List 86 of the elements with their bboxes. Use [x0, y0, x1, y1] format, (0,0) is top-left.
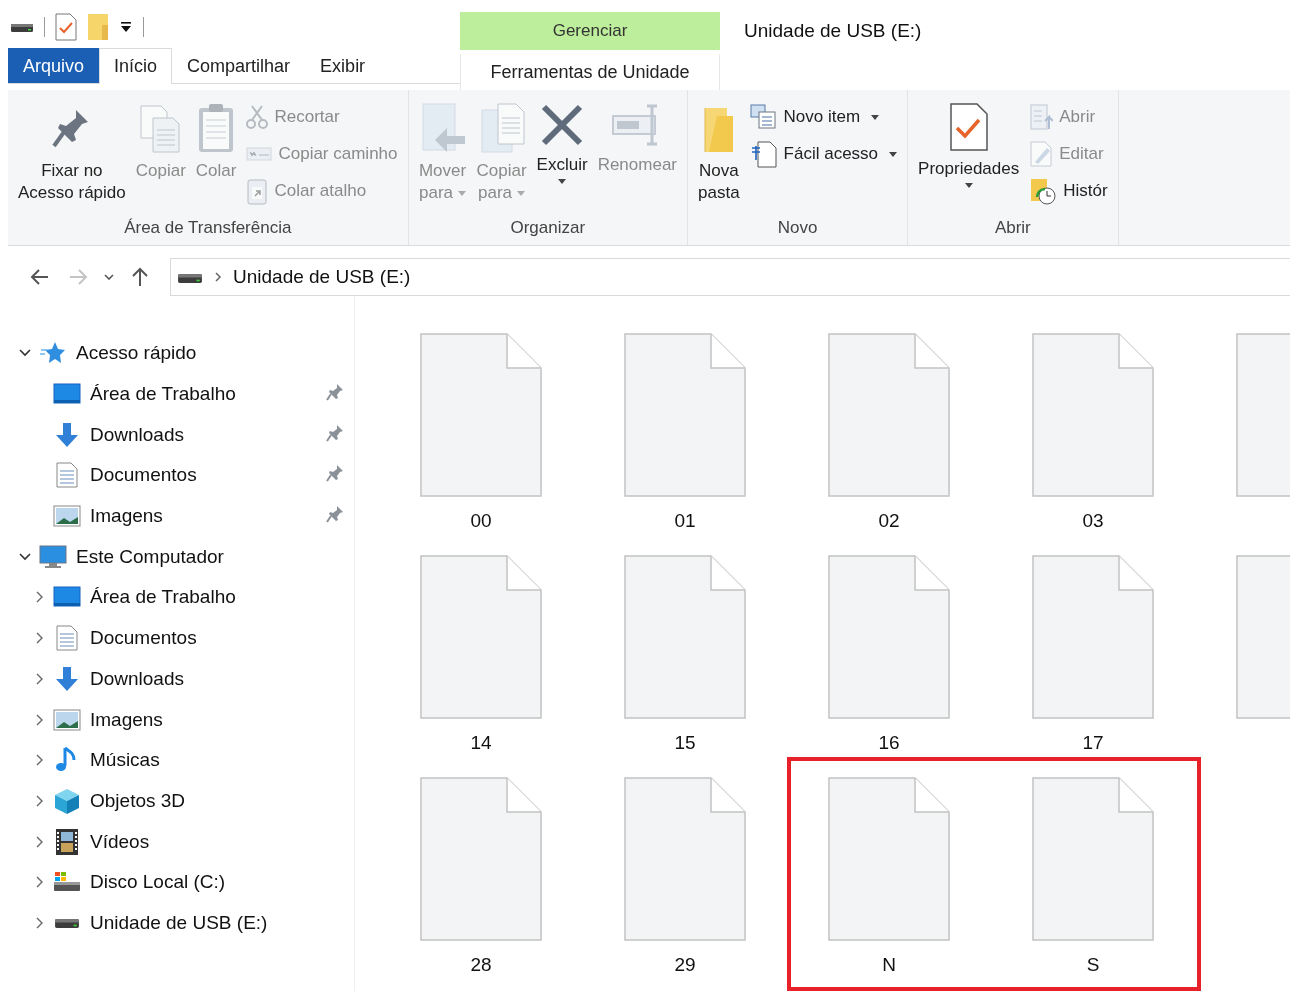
document-icon — [56, 625, 78, 652]
recent-icon — [104, 274, 114, 280]
file-icon[interactable] — [828, 333, 950, 497]
context-tab-group: Gerenciar — [460, 12, 720, 50]
ribbon-tab[interactable]: Compartilhar — [172, 48, 306, 83]
download-icon — [54, 421, 80, 448]
address-field[interactable]: Unidade de USB (E:) — [170, 258, 1290, 296]
ribbon-tab[interactable]: Exibir — [305, 48, 381, 83]
tree-item[interactable]: Imagens — [0, 495, 354, 537]
tree-item[interactable]: Documentos — [0, 455, 354, 496]
group-label: Área de Transferência — [123, 217, 293, 239]
properties-icon — [55, 12, 77, 41]
desktop-icon — [53, 586, 81, 609]
tree-item[interactable]: Acesso rápido — [0, 333, 354, 374]
edit-icon — [1029, 140, 1054, 168]
file-name: S — [1086, 954, 1100, 976]
tree-item[interactable]: Objetos 3D — [0, 780, 354, 822]
picture-icon — [53, 505, 81, 528]
ribbon-button[interactable]: Novo item — [745, 100, 902, 134]
open-icon — [1029, 103, 1054, 131]
properties-icon — [948, 102, 989, 152]
new-item-icon — [749, 104, 778, 130]
group-label: Organizar — [509, 217, 587, 239]
file-name: 02 — [878, 510, 900, 532]
file-name: 15 — [674, 732, 696, 754]
shortcut-icon — [246, 177, 269, 205]
tree-item[interactable]: Imagens — [0, 699, 354, 740]
drive-icon — [54, 916, 80, 930]
file-name: 29 — [674, 954, 696, 976]
tree-item[interactable]: Vídeos — [0, 821, 354, 862]
computer-icon — [39, 544, 67, 569]
folder-icon — [87, 12, 109, 41]
picture-icon — [53, 708, 81, 731]
tree-item[interactable]: Downloads — [0, 658, 354, 700]
ribbon-button[interactable]: Propriedades — [914, 100, 1024, 215]
tree-item[interactable]: Área de Trabalho — [0, 577, 354, 618]
tree-item[interactable]: Downloads — [0, 414, 354, 456]
chevron-icon — [213, 271, 223, 283]
ribbon-button[interactable]: Fácil acesso — [745, 137, 902, 171]
tree-item[interactable]: Este Computador — [0, 536, 354, 578]
film-icon — [55, 827, 79, 856]
ribbon-button[interactable]: Nova pasta — [694, 100, 744, 215]
file-icon[interactable] — [828, 777, 950, 941]
file-name: 16 — [878, 732, 900, 754]
download-icon — [54, 665, 80, 692]
file-name: 28 — [470, 954, 492, 976]
file-name: 17 — [1082, 732, 1104, 754]
tree-item[interactable]: Documentos — [0, 617, 354, 659]
ribbon-tab[interactable]: Início — [99, 48, 173, 84]
file-icon[interactable] — [624, 555, 746, 719]
ribbon-button[interactable]: Excluir — [532, 100, 592, 215]
file-icon[interactable] — [1032, 333, 1154, 497]
file-icon[interactable] — [624, 333, 746, 497]
path-icon — [246, 145, 273, 163]
tree-item[interactable]: Disco Local (C:) — [0, 861, 354, 903]
scissors-icon — [246, 104, 269, 130]
file-name: 01 — [674, 510, 696, 532]
file-icon[interactable] — [420, 333, 542, 497]
file-icon[interactable] — [420, 555, 542, 719]
easy-access-icon — [749, 140, 778, 168]
file-name: 00 — [470, 510, 492, 532]
group-label: Novo — [776, 217, 819, 239]
history-icon — [1029, 177, 1058, 205]
ribbon-tab[interactable]: Arquivo — [8, 48, 100, 83]
file-icon[interactable] — [624, 777, 746, 941]
document-icon — [56, 462, 78, 489]
file-icon[interactable] — [828, 555, 950, 719]
copy-icon — [138, 102, 183, 154]
file-name: 14 — [470, 732, 492, 754]
tree-item[interactable]: Músicas — [0, 739, 354, 781]
desktop-icon — [53, 383, 81, 406]
ribbon-button[interactable]: Fixar no Acesso rápido — [14, 100, 130, 215]
group-label: Abrir — [993, 217, 1032, 239]
ribbon-button[interactable]: Histór — [1025, 174, 1112, 208]
file-icon[interactable] — [1032, 777, 1154, 941]
window-title: Unidade de USB (E:) — [743, 19, 922, 43]
tree-item[interactable]: Unidade de USB (E:) — [0, 902, 354, 944]
file-icon[interactable] — [420, 777, 542, 941]
file-name: 03 — [1082, 510, 1104, 532]
file-name: N — [882, 954, 896, 976]
file-icon[interactable] — [1032, 555, 1154, 719]
cube-icon — [53, 786, 81, 815]
dropdown-icon — [119, 19, 133, 34]
tree-item[interactable]: Área de Trabalho — [0, 373, 354, 415]
star-icon — [40, 341, 66, 366]
recent-button[interactable] — [104, 274, 114, 280]
